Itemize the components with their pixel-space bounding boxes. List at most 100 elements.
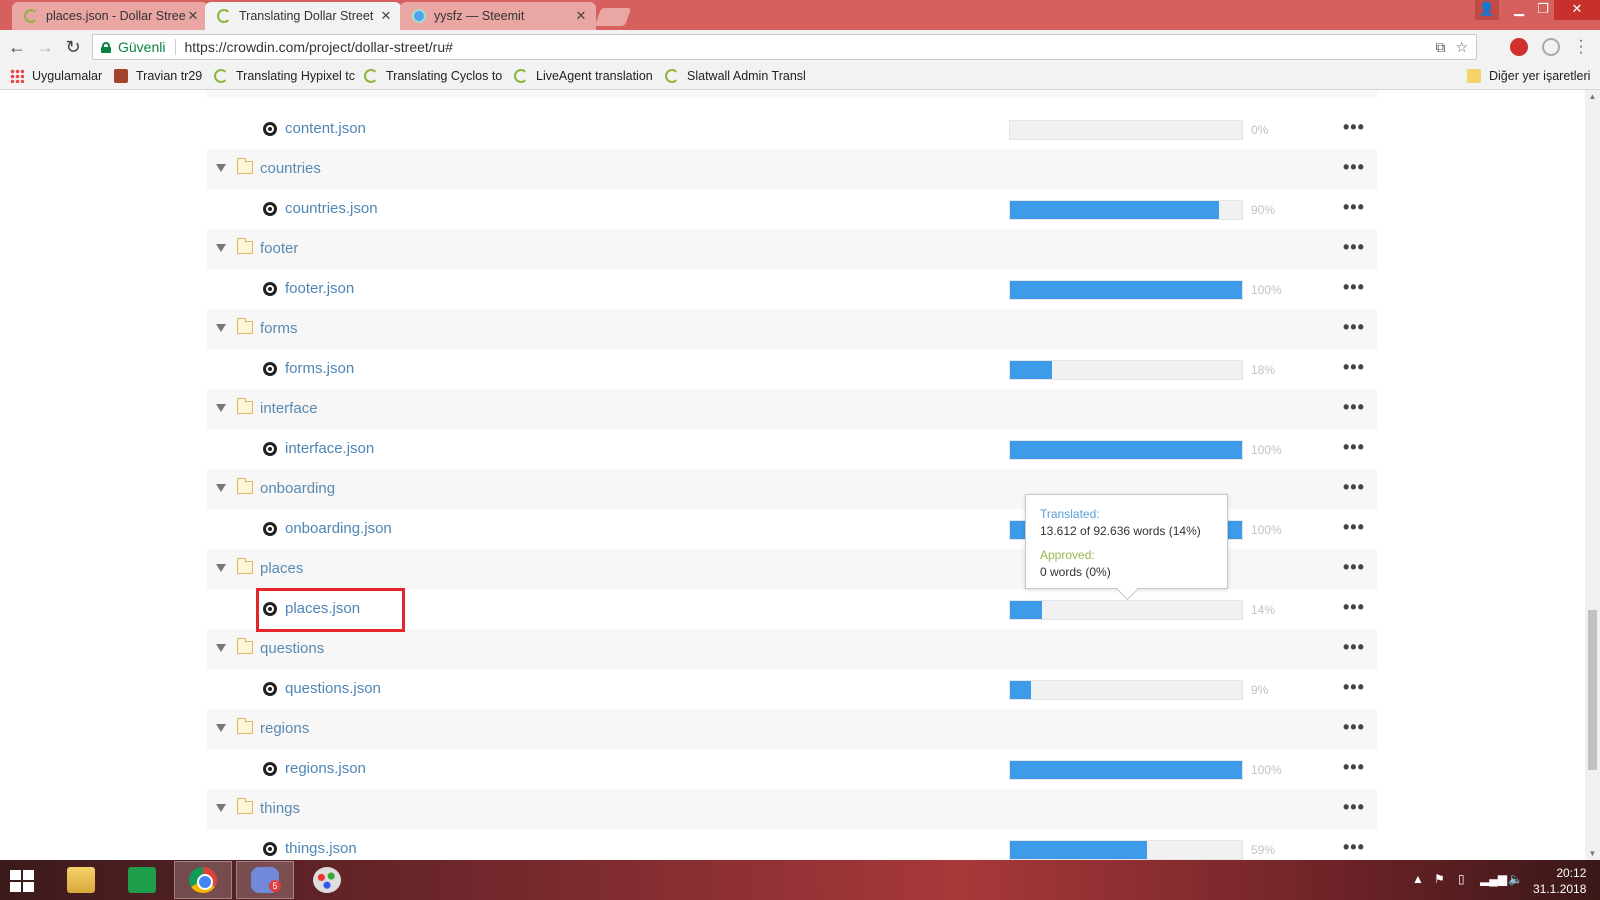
scroll-thumb[interactable]	[1588, 610, 1597, 770]
folder-name[interactable]: countries	[260, 160, 321, 177]
caret-down-icon[interactable]	[216, 484, 226, 492]
file-name-link[interactable]: regions.json	[285, 760, 366, 777]
file-name-link[interactable]: interface.json	[285, 440, 374, 457]
folder-row[interactable]: questions •••	[207, 629, 1377, 669]
more-options-icon[interactable]: •••	[1343, 717, 1365, 738]
tray-chevron-icon[interactable]: ▲	[1412, 872, 1424, 886]
caret-down-icon[interactable]	[216, 404, 226, 412]
more-options-icon[interactable]: •••	[1343, 357, 1365, 378]
user-icon[interactable]: 👤	[1475, 0, 1499, 20]
more-options-icon[interactable]: •••	[1343, 237, 1365, 258]
more-options-icon[interactable]: •••	[1343, 157, 1365, 178]
scroll-up-icon[interactable]: ▲	[1585, 92, 1600, 101]
adblock-icon[interactable]	[1510, 38, 1528, 56]
network-icon[interactable]: ▂▄▆	[1480, 872, 1507, 886]
caret-down-icon[interactable]	[216, 804, 226, 812]
folder-row[interactable]: forms •••	[207, 309, 1377, 349]
battery-icon[interactable]: ▯	[1458, 872, 1465, 886]
close-icon[interactable]: ✕	[186, 8, 200, 24]
translate-icon[interactable]: ⧉	[1435, 39, 1445, 56]
folder-row[interactable]: regions •••	[207, 709, 1377, 749]
tab-places-json[interactable]: places.json - Dollar Stree ✕	[12, 2, 208, 30]
flag-icon[interactable]: ⚑	[1434, 872, 1445, 886]
extension-icon[interactable]	[1542, 38, 1560, 56]
more-options-icon[interactable]: •••	[1343, 557, 1365, 578]
scroll-down-icon[interactable]: ▼	[1585, 849, 1600, 858]
folder-row[interactable]: footer •••	[207, 229, 1377, 269]
file-row[interactable]: regions.json 100% •••	[207, 749, 1377, 789]
bookmark-slatwall[interactable]: Slatwall Admin Transl	[665, 69, 806, 83]
more-options-icon[interactable]: •••	[1343, 437, 1365, 458]
file-name-link[interactable]: countries.json	[285, 200, 378, 217]
file-row[interactable]: content.json 0% •••	[207, 109, 1377, 149]
file-name-link[interactable]: content.json	[285, 120, 366, 137]
folder-name[interactable]: forms	[260, 320, 298, 337]
folder-name[interactable]: places	[260, 560, 303, 577]
more-options-icon[interactable]: •••	[1343, 797, 1365, 818]
progress-bar[interactable]	[1009, 840, 1243, 860]
folder-name[interactable]: questions	[260, 640, 324, 657]
more-options-icon[interactable]: •••	[1343, 397, 1365, 418]
taskbar-explorer[interactable]	[52, 861, 110, 899]
folder-name[interactable]: footer	[260, 240, 298, 257]
more-options-icon[interactable]: •••	[1343, 597, 1365, 618]
page-scrollbar[interactable]: ▲ ▼	[1585, 90, 1600, 860]
tab-translating-dollar-street[interactable]: Translating Dollar Street ✕	[205, 2, 401, 30]
bookmark-travian[interactable]: Travian tr29	[114, 69, 202, 83]
progress-bar[interactable]	[1009, 360, 1243, 380]
more-options-icon[interactable]: •••	[1343, 637, 1365, 658]
restore-button[interactable]: ❐	[1530, 0, 1556, 20]
file-name-link[interactable]: forms.json	[285, 360, 354, 377]
file-row[interactable]: things.json 59% •••	[207, 829, 1377, 860]
file-row[interactable]: countries.json 90% •••	[207, 189, 1377, 229]
volume-icon[interactable]: 🔈	[1508, 872, 1523, 886]
progress-bar[interactable]	[1009, 600, 1243, 620]
forward-arrow-icon[interactable]: →	[34, 36, 56, 58]
caret-down-icon[interactable]	[216, 644, 226, 652]
caret-down-icon[interactable]	[216, 324, 226, 332]
taskbar-chrome[interactable]	[174, 861, 232, 899]
caret-down-icon[interactable]	[216, 724, 226, 732]
caret-down-icon[interactable]	[216, 244, 226, 252]
address-bar[interactable]: Güvenli https://crowdin.com/project/doll…	[92, 34, 1477, 60]
star-icon[interactable]: ☆	[1455, 39, 1468, 56]
more-options-icon[interactable]: •••	[1343, 117, 1365, 138]
caret-down-icon[interactable]	[216, 564, 226, 572]
bookmark-liveagent[interactable]: LiveAgent translation	[514, 69, 653, 83]
progress-bar[interactable]	[1009, 280, 1243, 300]
back-arrow-icon[interactable]: ←	[6, 36, 28, 58]
file-row[interactable]: interface.json 100% •••	[207, 429, 1377, 469]
tab-steemit[interactable]: yysfz — Steemit ✕	[400, 2, 596, 30]
close-icon[interactable]: ✕	[574, 8, 588, 24]
taskbar-store[interactable]	[113, 861, 171, 899]
folder-row[interactable]: things •••	[207, 789, 1377, 829]
file-name-link[interactable]: onboarding.json	[285, 520, 392, 537]
url-text[interactable]: https://crowdin.com/project/dollar-stree…	[184, 39, 452, 55]
folder-name[interactable]: onboarding	[260, 480, 335, 497]
progress-bar[interactable]	[1009, 440, 1243, 460]
file-row[interactable]: forms.json 18% •••	[207, 349, 1377, 389]
more-options-icon[interactable]: •••	[1343, 317, 1365, 338]
system-clock[interactable]: 20:12 31.1.2018	[1533, 865, 1586, 897]
caret-down-icon[interactable]	[216, 164, 226, 172]
taskbar-discord[interactable]: 5	[236, 861, 294, 899]
progress-bar[interactable]	[1009, 680, 1243, 700]
file-row[interactable]: questions.json 9% •••	[207, 669, 1377, 709]
progress-bar[interactable]	[1009, 120, 1243, 140]
close-icon[interactable]: ✕	[379, 8, 393, 24]
file-row[interactable]: footer.json 100% •••	[207, 269, 1377, 309]
more-options-icon[interactable]: •••	[1343, 517, 1365, 538]
more-options-icon[interactable]: •••	[1343, 197, 1365, 218]
more-options-icon[interactable]: •••	[1343, 477, 1365, 498]
progress-bar[interactable]	[1009, 760, 1243, 780]
folder-row[interactable]: interface •••	[207, 389, 1377, 429]
file-name-link[interactable]: things.json	[285, 840, 357, 857]
window-close-button[interactable]: ✕	[1554, 0, 1600, 20]
windows-start-icon[interactable]	[10, 870, 34, 892]
folder-row[interactable]: countries •••	[207, 149, 1377, 189]
folder-name[interactable]: regions	[260, 720, 309, 737]
folder-row[interactable]: content	[207, 90, 1377, 98]
more-options-icon[interactable]: •••	[1343, 837, 1365, 858]
bookmark-cyclos[interactable]: Translating Cyclos to	[364, 69, 502, 83]
more-options-icon[interactable]: •••	[1343, 757, 1365, 778]
